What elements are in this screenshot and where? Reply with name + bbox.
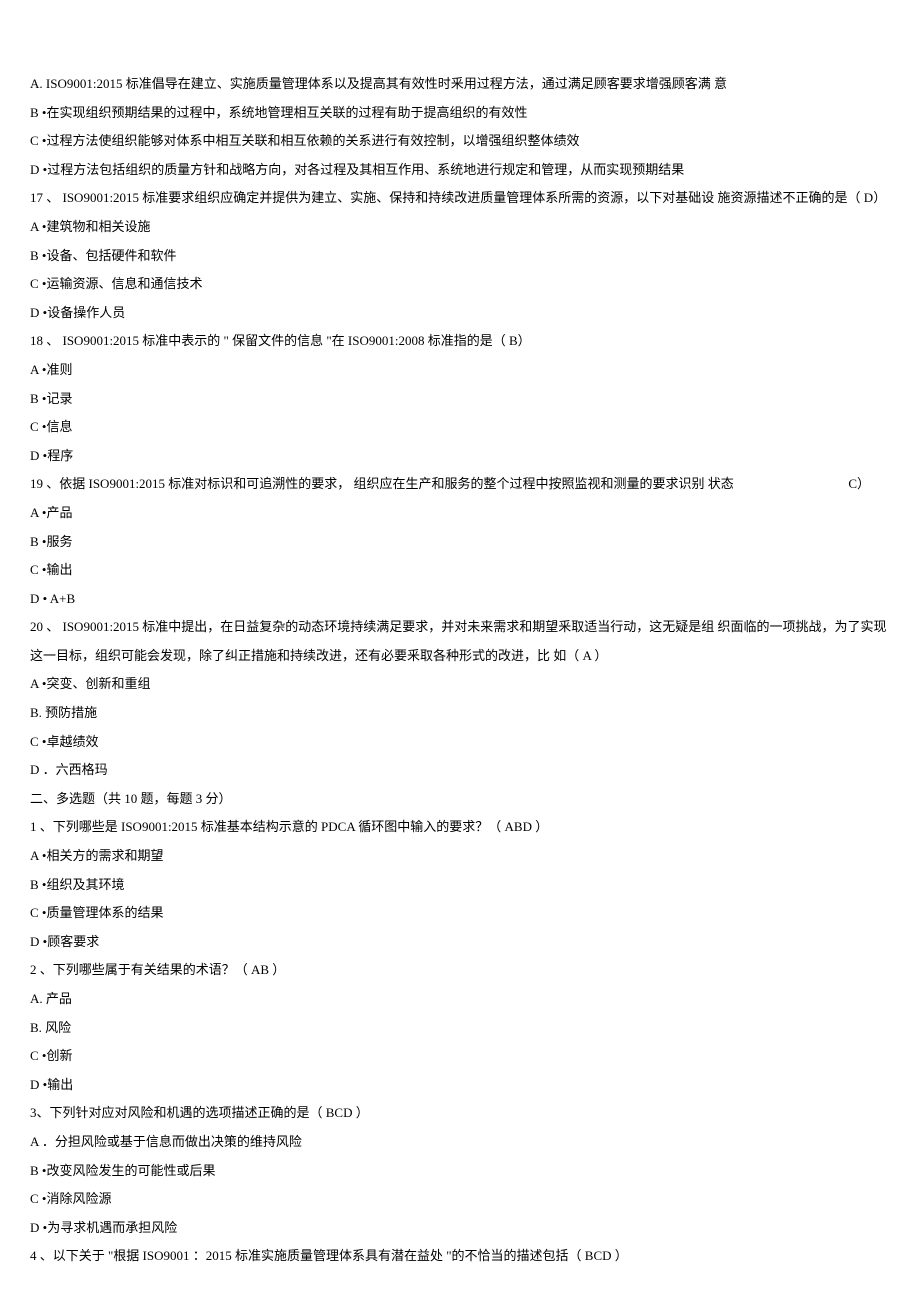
question-19-answer: C） xyxy=(848,470,890,499)
option-d: D •设备操作人员 xyxy=(30,299,890,328)
option-d: D ．六西格玛 xyxy=(30,756,890,785)
option-c: C •卓越绩效 xyxy=(30,728,890,757)
option-c: C •消除风险源 xyxy=(30,1185,890,1214)
option-a: A •产品 xyxy=(30,499,890,528)
question-18: 18 、 ISO9001:2015 标准中表示的 " 保留文件的信息 "在 IS… xyxy=(30,327,890,356)
option-b: B •在实现组织预期结果的过程中，系统地管理相互关联的过程有助于提高组织的有效性 xyxy=(30,99,890,128)
option-c: C •创新 xyxy=(30,1042,890,1071)
option-b: B. 风险 xyxy=(30,1014,890,1043)
option-c: C •运输资源、信息和通信技术 xyxy=(30,270,890,299)
option-d: D •顾客要求 xyxy=(30,928,890,957)
section-2-heading: 二、多选题（共 10 题，每题 3 分） xyxy=(30,785,890,814)
option-d: D • A+B xyxy=(30,585,890,614)
question-2-1: 1 、下列哪些是 ISO9001:2015 标准基本结构示意的 PDCA 循环图… xyxy=(30,813,890,842)
option-b: B. 预防措施 xyxy=(30,699,890,728)
question-2-2: 2 、下列哪些属于有关结果的术语？（ AB ） xyxy=(30,956,890,985)
option-c: C •输出 xyxy=(30,556,890,585)
question-2-3: 3、下列针对应对风险和机遇的选项描述正确的是（ BCD ） xyxy=(30,1099,890,1128)
option-a: A ．分担风险或基于信息而做出决策的维持风险 xyxy=(30,1128,890,1157)
question-2-4: 4 、以下关于 "根据 ISO9001 ：2015 标准实施质量管理体系具有潜在… xyxy=(30,1242,890,1271)
option-d: D •为寻求机遇而承担风险 xyxy=(30,1214,890,1243)
question-17: 17 、 ISO9001:2015 标准要求组织应确定并提供为建立、实施、保持和… xyxy=(30,184,890,213)
option-b: B •改变风险发生的可能性或后果 xyxy=(30,1157,890,1186)
option-d: D •过程方法包括组织的质量方针和战略方向，对各过程及其相互作用、系统地进行规定… xyxy=(30,156,890,185)
option-b: B •记录 xyxy=(30,385,890,414)
question-20: 20 、 ISO9001:2015 标准中提出，在日益复杂的动态环境持续满足要求… xyxy=(30,613,890,670)
option-b: B •设备、包括硬件和软件 xyxy=(30,242,890,271)
option-b: B •服务 xyxy=(30,528,890,557)
option-a: A. ISO9001:2015 标准倡导在建立、实施质量管理体系以及提高其有效性… xyxy=(30,70,890,99)
option-c: C •质量管理体系的结果 xyxy=(30,899,890,928)
option-a: A. 产品 xyxy=(30,985,890,1014)
option-a: A •突变、创新和重组 xyxy=(30,670,890,699)
option-d: D •输出 xyxy=(30,1071,890,1100)
option-b: B •组织及其环境 xyxy=(30,871,890,900)
option-c: C •过程方法使组织能够对体系中相互关联和相互依赖的关系进行有效控制，以增强组织… xyxy=(30,127,890,156)
question-19-text: 19 、依据 ISO9001:2015 标准对标识和可追溯性的要求， 组织应在生… xyxy=(30,470,734,499)
option-a: A •准则 xyxy=(30,356,890,385)
option-d: D •程序 xyxy=(30,442,890,471)
question-19: 19 、依据 ISO9001:2015 标准对标识和可追溯性的要求， 组织应在生… xyxy=(30,470,890,499)
option-c: C •信息 xyxy=(30,413,890,442)
option-a: A •建筑物和相关设施 xyxy=(30,213,890,242)
option-a: A •相关方的需求和期望 xyxy=(30,842,890,871)
